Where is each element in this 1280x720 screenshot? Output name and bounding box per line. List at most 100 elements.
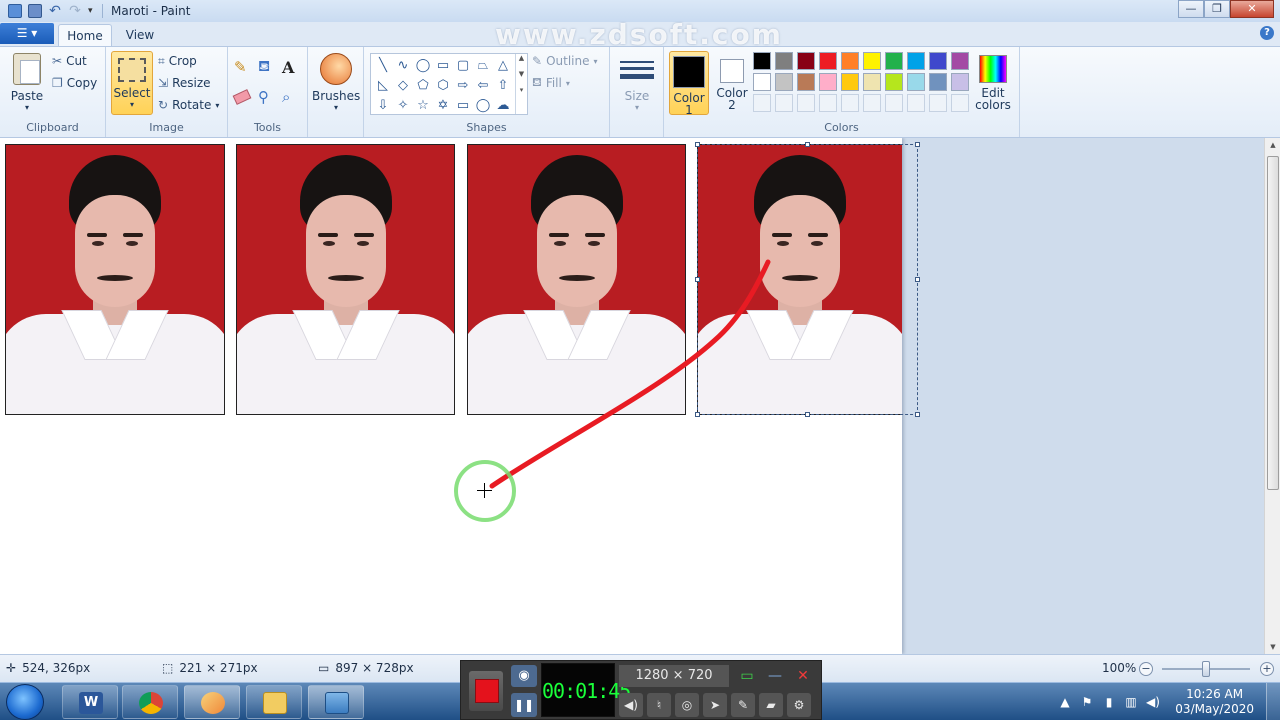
- palette-empty-swatch[interactable]: [863, 94, 881, 112]
- paste-button[interactable]: Paste ▾: [6, 53, 48, 112]
- four-point-star-shape-icon[interactable]: ✧: [393, 96, 413, 116]
- scrollbar-thumb[interactable]: [1267, 156, 1279, 490]
- palette-swatch[interactable]: [819, 73, 837, 91]
- zoom-out-button[interactable]: −: [1139, 662, 1153, 676]
- record-area-icon[interactable]: ▭: [735, 665, 759, 687]
- taskbar-word[interactable]: W: [62, 685, 118, 719]
- settings-gear-icon[interactable]: ⚙: [787, 693, 811, 717]
- magnifier-icon[interactable]: ⌕: [282, 87, 290, 107]
- palette-empty-swatch[interactable]: [951, 94, 969, 112]
- palette-swatch[interactable]: [797, 73, 815, 91]
- color2-button[interactable]: Color 2: [712, 51, 752, 111]
- curve-shape-icon[interactable]: ∿: [393, 56, 413, 76]
- palette-swatch[interactable]: [753, 73, 771, 91]
- palette-swatch[interactable]: [907, 52, 925, 70]
- copy-button[interactable]: ❐ Copy: [52, 73, 97, 93]
- palette-swatch[interactable]: [819, 52, 837, 70]
- selection-handle-se[interactable]: [915, 412, 920, 417]
- canvas-workspace[interactable]: [0, 138, 1264, 654]
- line-shape-icon[interactable]: ╲: [373, 56, 393, 76]
- pencil-icon[interactable]: ✎: [234, 57, 247, 77]
- fill-bucket-icon[interactable]: ⛾: [258, 57, 270, 77]
- palette-empty-swatch[interactable]: [885, 94, 903, 112]
- triangle-shape-icon[interactable]: △: [493, 56, 513, 76]
- selection-handle-n[interactable]: [805, 142, 810, 147]
- paint-menu-button[interactable]: ☰ ▾: [0, 23, 54, 44]
- palette-swatch[interactable]: [885, 73, 903, 91]
- palette-empty-swatch[interactable]: [775, 94, 793, 112]
- palette-swatch[interactable]: [951, 52, 969, 70]
- palette-swatch[interactable]: [775, 52, 793, 70]
- palette-swatch[interactable]: [753, 52, 771, 70]
- pen-annotate-icon[interactable]: ✎: [731, 693, 755, 717]
- network-icon[interactable]: ▥: [1124, 695, 1138, 709]
- show-hidden-icons-icon[interactable]: ▲: [1058, 695, 1072, 709]
- palette-swatch[interactable]: [775, 73, 793, 91]
- customize-qat-dropdown-icon[interactable]: ▾: [88, 4, 98, 18]
- clock[interactable]: 10:26 AM 03/May/2020: [1175, 687, 1254, 717]
- rotate-button[interactable]: ↻ Rotate ▾: [158, 95, 219, 115]
- selection-handle-ne[interactable]: [915, 142, 920, 147]
- palette-swatch[interactable]: [863, 73, 881, 91]
- scroll-up-icon[interactable]: ▲: [1265, 138, 1280, 152]
- recorder-close-button[interactable]: ✕: [791, 665, 815, 687]
- hexagon-shape-icon[interactable]: ⬡: [433, 76, 453, 96]
- palette-swatch[interactable]: [929, 73, 947, 91]
- minimize-button[interactable]: —: [1178, 0, 1204, 18]
- shapes-gallery-scroll[interactable]: ▲ ▼ ▾: [515, 54, 527, 114]
- rounded-callout-shape-icon[interactable]: ▭: [453, 96, 473, 116]
- crop-button[interactable]: ⌗ Crop: [158, 51, 197, 71]
- palette-empty-swatch[interactable]: [841, 94, 859, 112]
- right-arrow-shape-icon[interactable]: ⇨: [453, 76, 473, 96]
- selection-handle-sw[interactable]: [695, 412, 700, 417]
- speaker-icon[interactable]: ◀): [619, 693, 643, 717]
- palette-empty-swatch[interactable]: [929, 94, 947, 112]
- palette-empty-swatch[interactable]: [797, 94, 815, 112]
- close-button[interactable]: ✕: [1230, 0, 1274, 18]
- show-desktop-button[interactable]: [1266, 683, 1280, 720]
- zoom-in-button[interactable]: +: [1260, 662, 1274, 676]
- fill-button[interactable]: ⛾ Fill ▾: [532, 73, 570, 93]
- screenshot-camera-icon[interactable]: ◉: [511, 665, 537, 687]
- microphone-icon[interactable]: ♮: [647, 693, 671, 717]
- palette-swatch[interactable]: [863, 52, 881, 70]
- oval-callout-shape-icon[interactable]: ◯: [473, 96, 493, 116]
- outline-button[interactable]: ✎ Outline ▾: [532, 51, 598, 71]
- color1-button[interactable]: Color 1: [669, 51, 709, 116]
- selection-handle-s[interactable]: [805, 412, 810, 417]
- webcam-icon[interactable]: ◎: [675, 693, 699, 717]
- six-point-star-shape-icon[interactable]: ✡: [433, 96, 453, 116]
- down-arrow-shape-icon[interactable]: ⇩: [373, 96, 393, 116]
- palette-swatch[interactable]: [797, 52, 815, 70]
- size-button[interactable]: Size ▾: [616, 55, 658, 112]
- resize-button[interactable]: ⇲ Resize: [158, 73, 211, 93]
- selection-handle-nw[interactable]: [695, 142, 700, 147]
- paint-app-icon[interactable]: [8, 4, 22, 18]
- palette-swatch[interactable]: [951, 73, 969, 91]
- tab-view[interactable]: View: [116, 24, 164, 46]
- five-point-star-shape-icon[interactable]: ☆: [413, 96, 433, 116]
- record-stop-button[interactable]: [469, 671, 503, 711]
- action-center-flag-icon[interactable]: ⚑: [1080, 695, 1094, 709]
- save-icon[interactable]: [28, 4, 42, 18]
- power-icon[interactable]: ▮: [1102, 695, 1116, 709]
- tab-home[interactable]: Home: [58, 24, 112, 46]
- up-arrow-shape-icon[interactable]: ⇧: [493, 76, 513, 96]
- pause-recording-button[interactable]: ❚❚: [511, 693, 537, 717]
- recorder-minimize-button[interactable]: —: [763, 665, 787, 687]
- edit-colors-button[interactable]: Edit colors: [972, 51, 1014, 111]
- palette-swatch[interactable]: [929, 52, 947, 70]
- start-button[interactable]: [6, 684, 44, 720]
- rectangle-shape-icon[interactable]: ▭: [433, 56, 453, 76]
- cursor-icon[interactable]: ➤: [703, 693, 727, 717]
- palette-swatch[interactable]: [907, 73, 925, 91]
- select-button[interactable]: Select ▾: [111, 51, 153, 115]
- oval-shape-icon[interactable]: ◯: [413, 56, 433, 76]
- polygon-shape-icon[interactable]: ⏢: [473, 56, 493, 76]
- cut-button[interactable]: ✂ Cut: [52, 51, 87, 71]
- paste-dropdown-icon[interactable]: ▾: [6, 103, 48, 112]
- selection-rectangle[interactable]: [695, 142, 920, 417]
- taskbar-chrome[interactable]: [122, 685, 178, 719]
- scroll-down-icon[interactable]: ▼: [1265, 640, 1280, 654]
- help-icon[interactable]: ?: [1260, 26, 1274, 40]
